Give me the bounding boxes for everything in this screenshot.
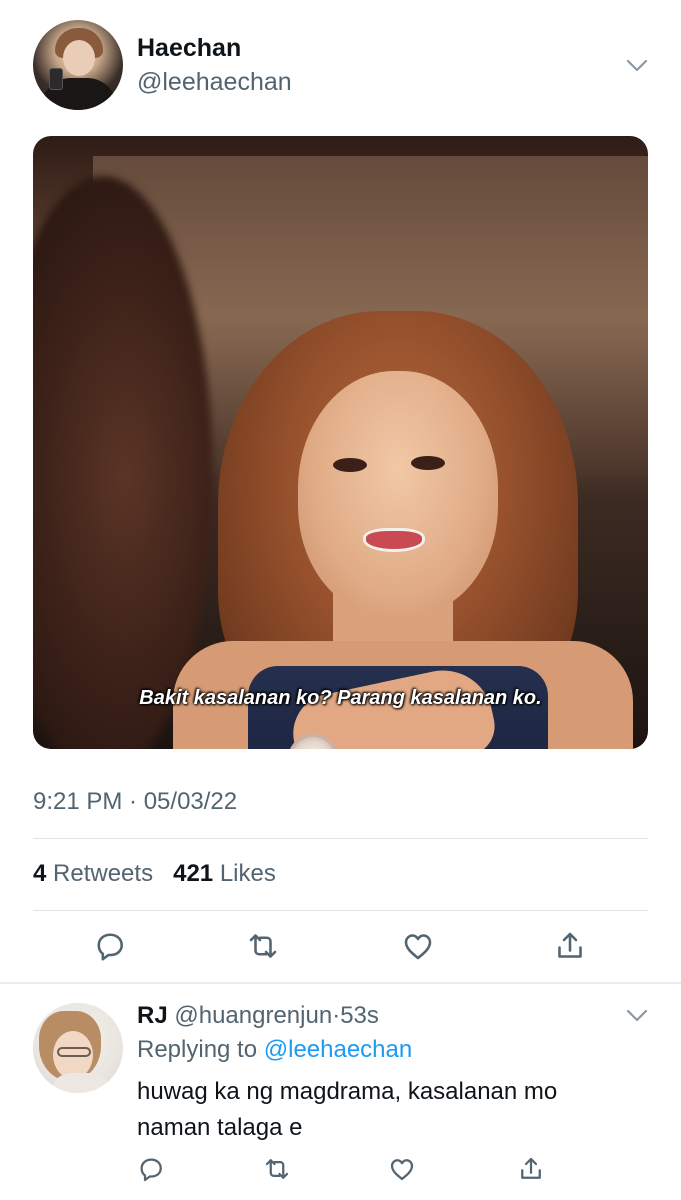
- heart-icon[interactable]: [400, 928, 436, 964]
- retweet-icon[interactable]: [262, 1154, 292, 1184]
- reply-author-avatar[interactable]: [33, 1003, 123, 1093]
- reply-author-handle[interactable]: @huangrenjun: [174, 1002, 332, 1029]
- replying-to: Replying to @leehaechan: [137, 1036, 412, 1064]
- heart-icon[interactable]: [387, 1154, 417, 1184]
- reply-separator: ·: [332, 1002, 341, 1029]
- retweet-icon[interactable]: [245, 928, 281, 964]
- author-avatar[interactable]: [33, 20, 123, 110]
- reply-author-name[interactable]: RJ: [137, 1002, 168, 1029]
- replying-to-mention[interactable]: @leehaechan: [264, 1036, 412, 1063]
- reply-header: RJ @huangrenjun·53s: [137, 1002, 379, 1030]
- tweet-separator: [0, 982, 681, 984]
- reply-icon[interactable]: [92, 928, 128, 964]
- retweets-count[interactable]: 4: [33, 860, 46, 887]
- reply-icon[interactable]: [136, 1154, 166, 1184]
- share-icon[interactable]: [552, 928, 588, 964]
- media-caption: Bakit kasalanan ko? Parang kasalanan ko.: [139, 687, 542, 709]
- retweets-label[interactable]: Retweets: [53, 860, 153, 887]
- chevron-down-icon[interactable]: [624, 52, 650, 78]
- divider: [33, 838, 648, 839]
- divider: [33, 910, 648, 911]
- author-handle[interactable]: @leehaechan: [137, 68, 292, 97]
- reply-text: huwag ka ng magdrama, kasalanan mo naman…: [137, 1078, 558, 1141]
- author-name[interactable]: Haechan: [137, 34, 241, 63]
- main-tweet: Haechan @leehaechan Bakit kasalanan ko? …: [0, 0, 681, 982]
- reply-time[interactable]: 53s: [340, 1002, 379, 1029]
- share-icon[interactable]: [516, 1154, 546, 1184]
- likes-count[interactable]: 421: [173, 860, 213, 887]
- replying-to-label: Replying to: [137, 1036, 258, 1063]
- tweet-media-image[interactable]: Bakit kasalanan ko? Parang kasalanan ko.: [33, 136, 648, 749]
- likes-label[interactable]: Likes: [220, 860, 276, 887]
- engagement-counts: 4 Retweets 421 Likes: [33, 860, 276, 888]
- chevron-down-icon[interactable]: [624, 1002, 650, 1028]
- tweet-timestamp[interactable]: 9:21 PM · 05/03/22: [33, 788, 237, 816]
